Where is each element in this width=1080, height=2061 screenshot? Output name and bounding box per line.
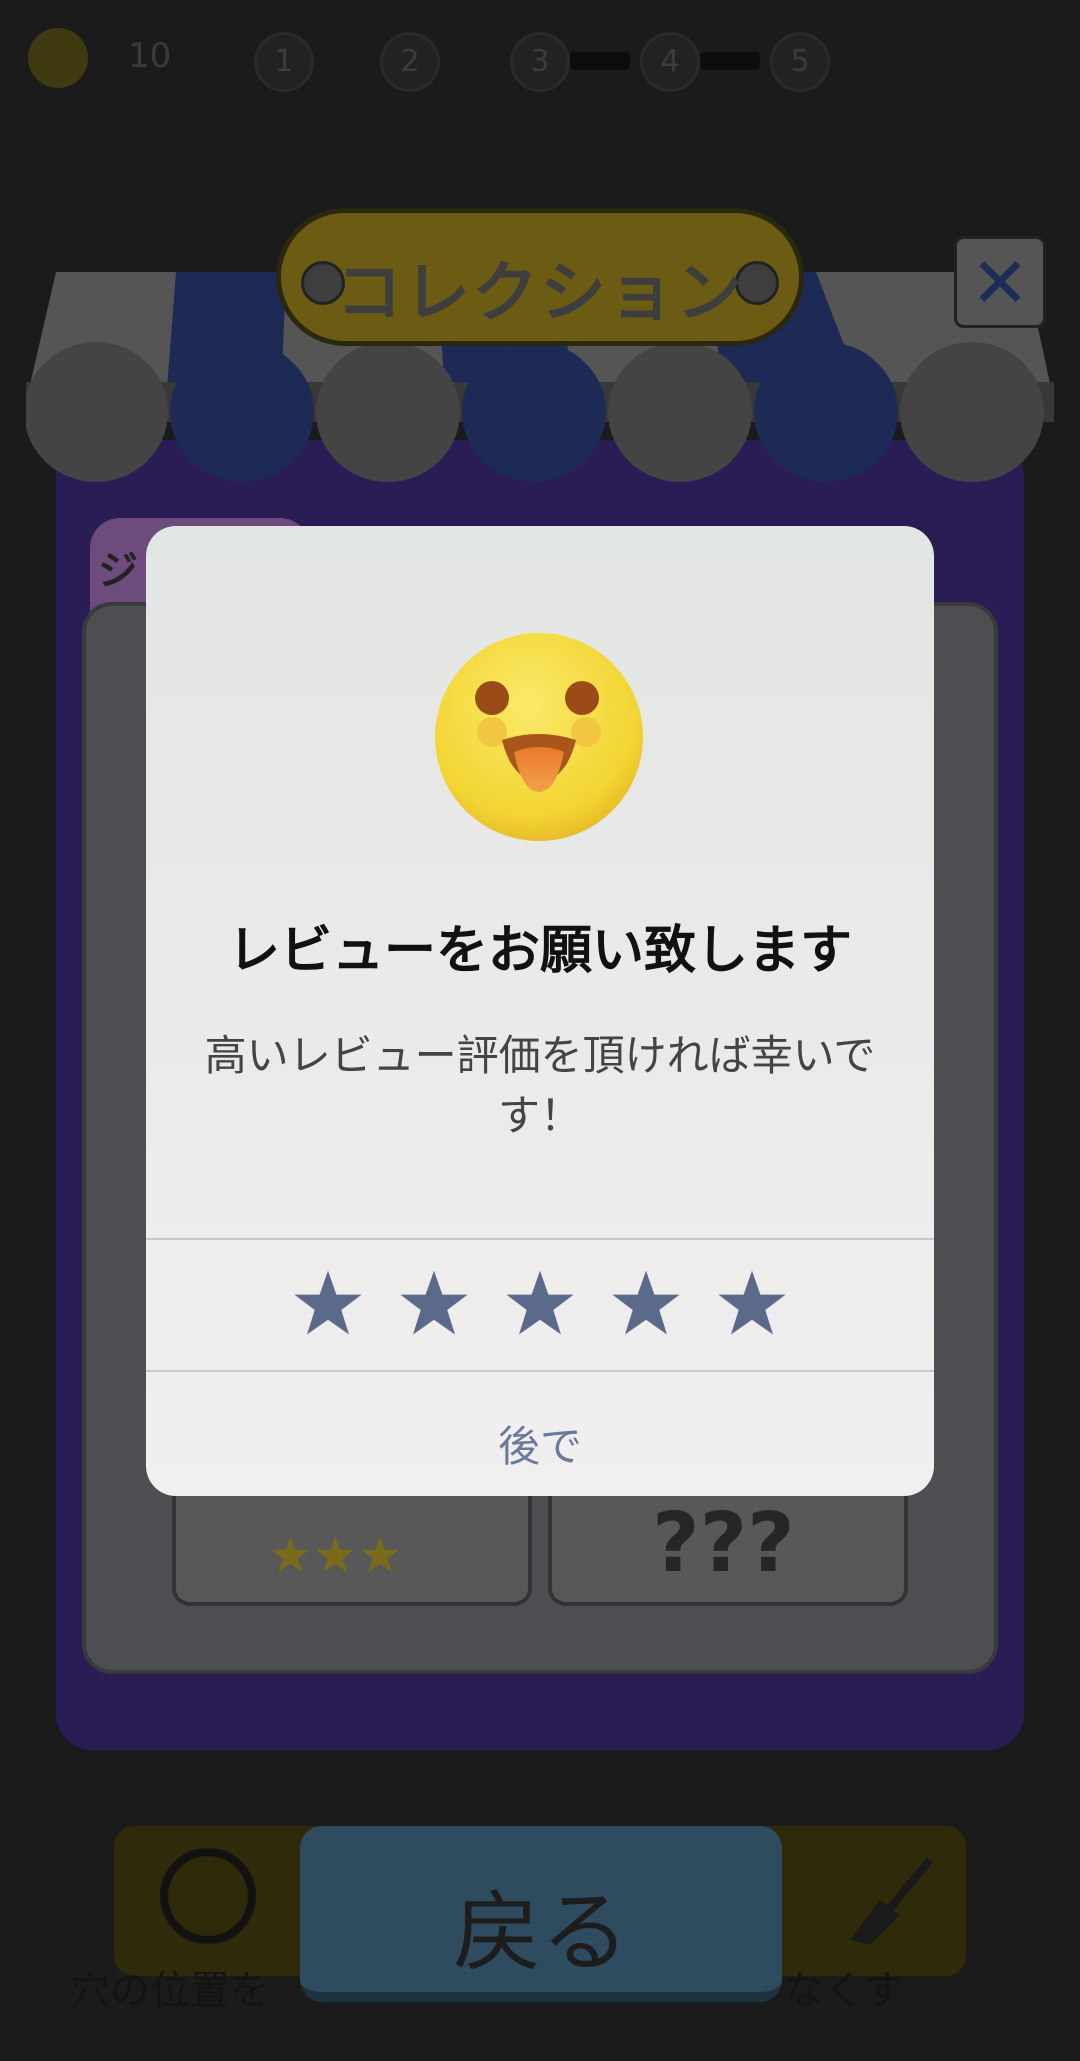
dialog-message: 高いレビュー評価を頂ければ幸いです！ (204, 1031, 876, 1140)
level-progress-bar (700, 52, 760, 70)
coin-icon (28, 28, 88, 88)
collection-card[interactable]: ★★★ (172, 1480, 532, 1606)
category-tab-label: ジ (98, 548, 138, 594)
star-4-icon[interactable] (611, 1268, 681, 1338)
smiley-face-icon (435, 633, 643, 841)
review-dialog: レビューをお願い致します 高いレビュー評価を頂ければ幸いです！ 後で (146, 526, 934, 1496)
page-title: コレクション (336, 254, 744, 331)
back-button-label: 戻る (452, 1881, 629, 1984)
coin-count: 10 (128, 36, 172, 76)
star-2-icon[interactable] (399, 1268, 469, 1338)
level-node-4: 4 (640, 32, 700, 92)
collection-card-locked[interactable]: ??? (548, 1480, 908, 1606)
level-progress-bar (570, 52, 630, 70)
magnifier-icon[interactable] (160, 1848, 256, 1944)
star-1-icon[interactable] (293, 1268, 363, 1338)
later-button[interactable]: 後で (146, 1398, 934, 1496)
level-node-3: 3 (510, 32, 570, 92)
broom-icon[interactable] (840, 1850, 940, 1950)
star-icon: ★★★ (268, 1526, 403, 1584)
star-3-icon[interactable] (505, 1268, 575, 1338)
hint-text-left: 穴の位置を (70, 1968, 270, 2014)
title-plate: コレクション (276, 208, 804, 346)
locked-label: ??? (652, 1496, 795, 1591)
star-rating (146, 1238, 934, 1368)
star-5-icon[interactable] (717, 1268, 787, 1338)
close-button[interactable]: ✕ (954, 236, 1046, 328)
back-button[interactable]: 戻る (300, 1826, 782, 2002)
level-node-1: 1 (254, 32, 314, 92)
hint-text-right: なくす (784, 1968, 904, 2014)
divider (146, 1370, 934, 1372)
level-node-5: 5 (770, 32, 830, 92)
dialog-title: レビューをお願い致します (227, 921, 852, 981)
level-node-2: 2 (380, 32, 440, 92)
